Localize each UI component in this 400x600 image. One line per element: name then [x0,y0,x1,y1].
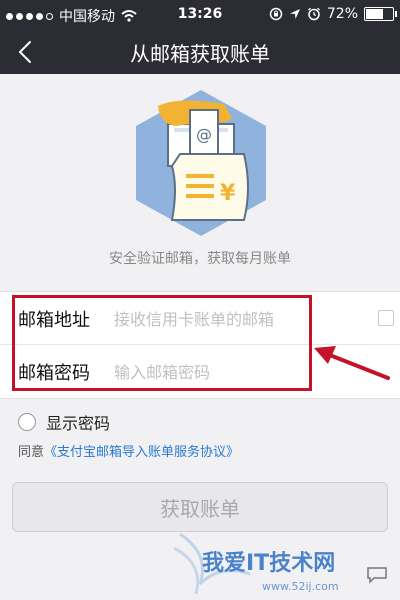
navigation-bar: 从邮箱获取账单 [0,30,400,74]
agreement-text: 同意《支付宝邮箱导入账单服务协议》 [18,441,239,460]
at-symbol: @ [196,125,212,144]
battery-icon [364,7,397,21]
battery-percent: 72% [326,6,358,22]
agreement-link[interactable]: 《支付宝邮箱导入账单服务协议》 [44,445,239,460]
show-password-radio[interactable] [18,413,36,431]
show-password-label: 显示密码 [46,414,111,433]
watermark-title: 我爱IT技术网 [202,551,335,576]
mail-bill-illustration: @ ¥ [136,90,266,236]
highlight-box [12,295,312,391]
alarm-icon [307,7,320,21]
status-bar: 中国移动 13:26 72% [0,0,400,30]
show-password-toggle[interactable]: 显示密码 [18,410,110,434]
rotation-lock-icon [269,7,283,21]
status-right: 72% [269,6,397,22]
site-watermark: 我爱IT技术网 www.52ij.com [173,532,339,595]
subtitle-text: 安全验证邮箱，获取每月账单 [109,251,291,267]
location-icon [289,9,300,19]
annotation-arrow-icon [314,346,390,380]
agreement-prefix: 同意 [18,445,45,460]
battery-fill [366,9,384,19]
chat-bubble-icon[interactable] [366,566,388,584]
yuan-symbol: ¥ [220,181,236,206]
email-accessory-icon [378,310,394,326]
watermark-url: www.52ij.com [262,580,339,593]
page-title: 从邮箱获取账单 [130,42,270,66]
